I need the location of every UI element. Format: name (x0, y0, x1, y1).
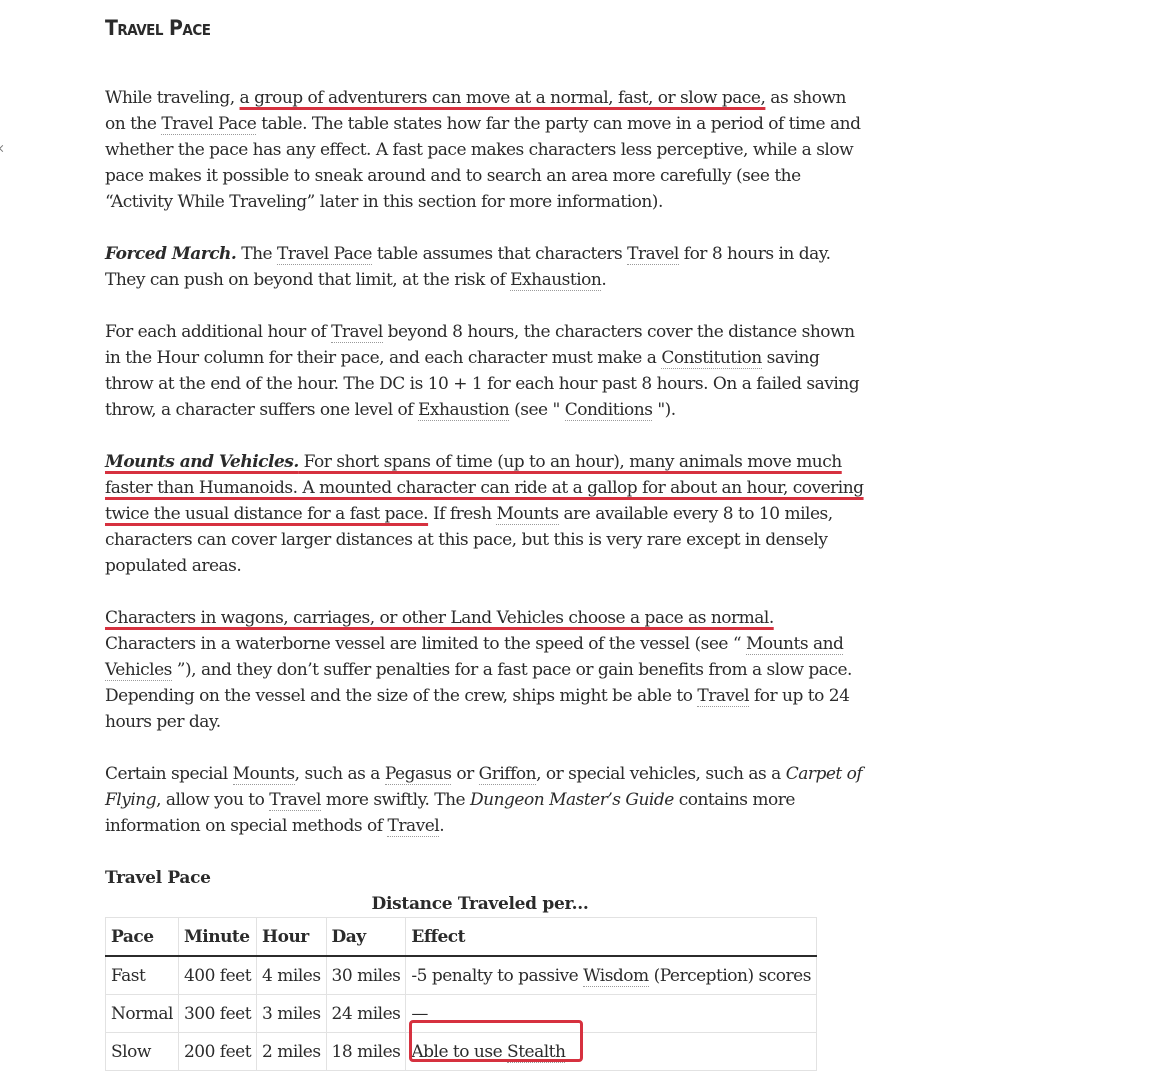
link-mounts[interactable]: Mounts (496, 504, 559, 525)
link-travel[interactable]: Travel (269, 790, 321, 811)
link-mounts[interactable]: Mounts (232, 764, 295, 785)
text-span: For each additional hour of (105, 322, 332, 342)
link-travel[interactable]: Travel (697, 686, 750, 707)
link-travel[interactable]: Travel (331, 322, 383, 343)
link-exhaustion[interactable]: Exhaustion (418, 400, 510, 421)
text-span: . (439, 816, 445, 836)
text-span: While traveling, (105, 88, 240, 108)
header-day: Day (325, 917, 407, 957)
cell-day: 18 miles (325, 1032, 407, 1071)
link-travel-pace[interactable]: Travel Pace (276, 244, 372, 265)
cell-effect: -5 penalty to passive Wisdom (Perception… (405, 955, 817, 995)
text-span: (Perception) scores (648, 965, 812, 986)
header-minute: Minute (177, 917, 258, 957)
text-span: , allow you to (156, 790, 270, 810)
text-span: . (601, 270, 607, 290)
table-row: Fast 400 feet 4 miles 30 miles -5 penalt… (105, 955, 817, 995)
text-span: If fresh (428, 504, 497, 524)
cell-hour: 2 miles (256, 1032, 327, 1071)
paragraph-special-mounts: Certain special Mounts, such as a Pegasu… (105, 761, 865, 839)
table-title: Travel Pace (105, 868, 211, 888)
header-pace: Pace (105, 917, 179, 957)
book-title-dmg: Dungeon Master’s Guide (470, 790, 674, 810)
paragraph-forced-march: Forced March. The Travel Pace table assu… (105, 241, 865, 293)
cell-day: 30 miles (325, 955, 407, 995)
cell-pace: Normal (105, 994, 179, 1033)
link-wisdom[interactable]: Wisdom (583, 965, 649, 987)
cell-hour: 4 miles (256, 955, 327, 995)
link-pegasus[interactable]: Pegasus (384, 764, 452, 785)
link-travel[interactable]: Travel (387, 816, 440, 837)
text-span: , such as a (294, 764, 385, 784)
link-griffon[interactable]: Griffon (478, 764, 537, 785)
link-constitution[interactable]: Constitution (661, 348, 762, 369)
cell-pace: Slow (105, 1032, 179, 1071)
text-span: -5 penalty to passive (411, 965, 584, 986)
red-highlight-group-pace: a group of adventurers can move at a nor… (239, 88, 766, 108)
link-exhaustion[interactable]: Exhaustion (510, 270, 602, 291)
link-conditions[interactable]: Conditions (564, 400, 653, 421)
text-span: Certain special (105, 764, 233, 784)
paragraph-mounts-vehicles: Mounts and Vehicles. For short spans of … (105, 449, 865, 579)
edge-marker (0, 144, 7, 153)
cell-minute: 300 feet (177, 994, 258, 1033)
paragraph-vehicles-pace: Characters in wagons, carriages, or othe… (105, 605, 865, 735)
header-hour: Hour (256, 917, 327, 957)
table-caption: Distance Traveled per... (371, 894, 589, 914)
text-span: more swiftly. The (320, 790, 471, 810)
red-highlight-land-vehicles: Characters in wagons, carriages, or othe… (105, 608, 774, 628)
text-span: The (236, 244, 277, 264)
cell-pace: Fast (105, 955, 179, 995)
link-travel[interactable]: Travel (627, 244, 679, 265)
cell-hour: 3 miles (256, 994, 327, 1033)
text-span: table assumes that characters (371, 244, 628, 264)
section-heading: Travel Pace (105, 16, 211, 40)
cell-minute: 400 feet (177, 955, 258, 995)
text-span: or (451, 764, 479, 784)
paragraph-travel-pace-intro: While traveling, a group of adventurers … (105, 85, 865, 215)
link-travel-pace[interactable]: Travel Pace (161, 114, 257, 135)
cell-minute: 200 feet (177, 1032, 258, 1071)
text-span: "). (652, 400, 676, 420)
text-span: Characters in a waterborne vessel are li… (105, 634, 746, 654)
table-header-row: Pace Minute Hour Day Effect (105, 917, 817, 957)
text-span: (see " (509, 400, 565, 420)
header-effect: Effect (405, 917, 817, 957)
red-highlight-box-stealth (409, 1020, 583, 1062)
article-content: Travel Pace While traveling, a group of … (105, 14, 865, 1071)
text-span: , or special vehicles, such as a (536, 764, 786, 784)
runin-forced-march: Forced March. (105, 244, 237, 264)
runin-mounts-vehicles: Mounts and Vehicles. (105, 452, 299, 472)
cell-day: 24 miles (325, 994, 407, 1033)
paragraph-additional-hour: For each additional hour of Travel beyon… (105, 319, 865, 423)
